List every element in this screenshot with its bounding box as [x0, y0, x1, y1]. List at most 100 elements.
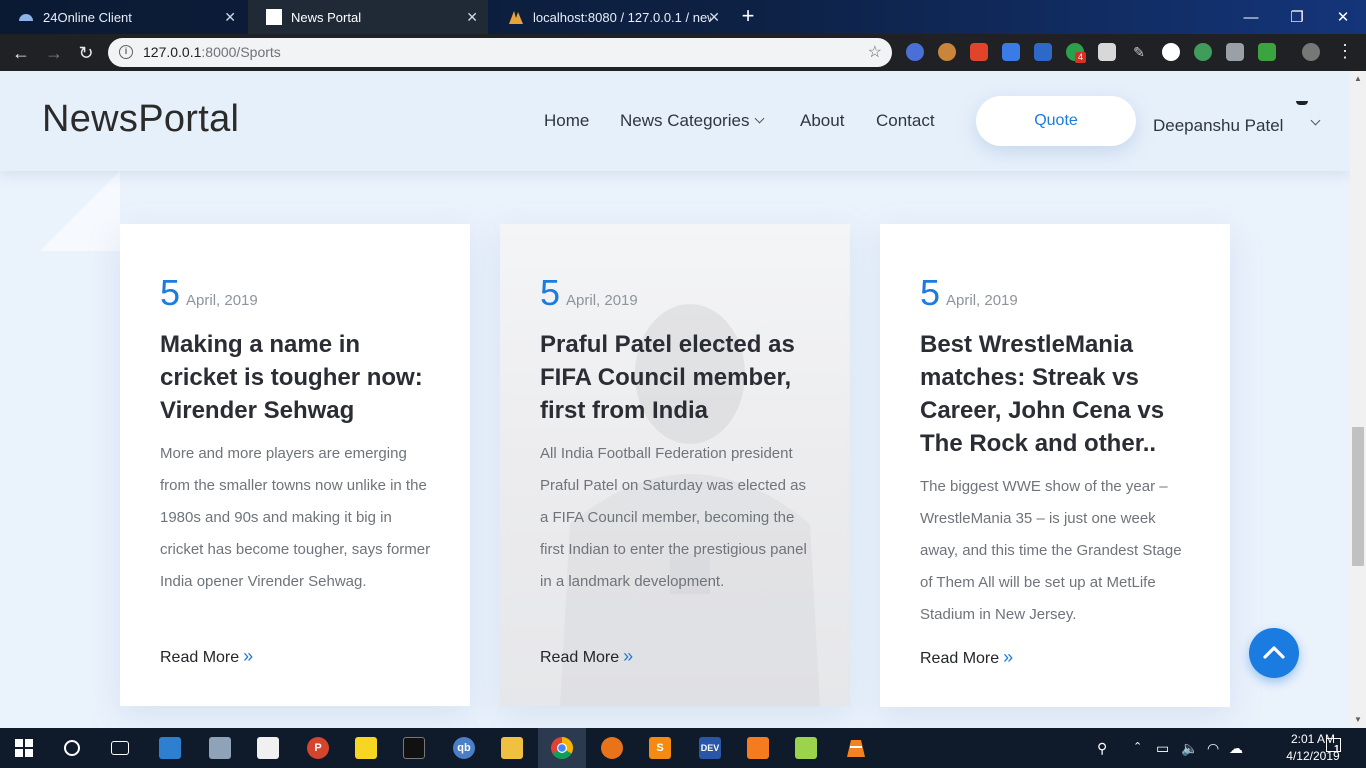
translate-icon[interactable]	[1002, 43, 1020, 61]
task-view-icon	[111, 741, 129, 755]
close-window-button[interactable]: ✕	[1320, 0, 1366, 34]
devcpp-button[interactable]: DEV	[686, 728, 734, 768]
cloud-icon[interactable]: ☁	[1229, 740, 1243, 757]
chrome-button[interactable]	[538, 728, 586, 768]
taskbar-app-2[interactable]	[196, 728, 244, 768]
taskbar-app-1[interactable]	[146, 728, 194, 768]
app-icon	[159, 737, 181, 759]
nav-contact[interactable]: Contact	[876, 111, 935, 131]
new-tab-button[interactable]: +	[736, 5, 760, 29]
article-title[interactable]: Making a name in cricket is tougher now:…	[160, 328, 435, 427]
quote-button[interactable]: Quote	[976, 96, 1136, 146]
site-header: NewsPortal Home News Categories About Co…	[0, 71, 1350, 171]
cors-icon[interactable]	[1258, 43, 1276, 61]
scroll-to-top-button[interactable]	[1249, 628, 1299, 678]
decorative-shape	[40, 171, 120, 251]
read-more-label: Read More	[540, 649, 620, 666]
sticky-notes-icon	[355, 737, 377, 759]
notepad-plus-icon	[795, 737, 817, 759]
nav-home[interactable]: Home	[544, 111, 589, 131]
xampp-button[interactable]	[734, 728, 782, 768]
drive-icon[interactable]	[1226, 43, 1244, 61]
qbittorrent-button[interactable]: qb	[440, 728, 488, 768]
notepad-plus-button[interactable]	[782, 728, 830, 768]
pen-icon[interactable]: ✎	[1130, 43, 1148, 61]
address-bar[interactable]: i 127.0.0.1:8000/Sports ☆	[108, 38, 892, 67]
bookmark-star-icon[interactable]: ☆	[868, 42, 882, 62]
minimize-button[interactable]: —	[1228, 0, 1274, 34]
ip-icon[interactable]	[1034, 43, 1052, 61]
close-icon[interactable]: ✕	[466, 9, 478, 26]
info-icon[interactable]: i	[119, 45, 133, 59]
menu-icon[interactable]: ⋮	[1336, 42, 1354, 60]
url-path: :8000/Sports	[201, 44, 281, 60]
article-title[interactable]: Best WrestleMania matches: Streak vs Car…	[920, 328, 1195, 460]
notifications-button[interactable]: 1	[1326, 738, 1341, 755]
task-view-button[interactable]	[96, 728, 144, 768]
article-day: 5	[920, 272, 941, 313]
windows-icon	[15, 739, 33, 757]
phpmyadmin-icon	[508, 9, 524, 25]
postman-button[interactable]: P	[294, 728, 342, 768]
site-logo[interactable]: NewsPortal	[42, 98, 239, 141]
tab-news-portal[interactable]: News Portal ✕	[248, 0, 488, 34]
article-month: April, 2019	[946, 292, 1018, 309]
article-excerpt: All India Football Federation president …	[540, 445, 807, 590]
article-title[interactable]: Praful Patel elected as FIFA Council mem…	[540, 328, 815, 427]
chevron-down-icon	[755, 113, 765, 124]
firefox-button[interactable]	[588, 728, 636, 768]
nav-about[interactable]: About	[800, 111, 844, 131]
search-button[interactable]	[48, 728, 96, 768]
article-excerpt: The biggest WWE show of the year – Wrest…	[920, 478, 1182, 623]
extension-icon-1[interactable]	[906, 43, 924, 61]
read-more-link[interactable]: Read More»	[160, 646, 253, 667]
double-chevron-right-icon: »	[623, 646, 634, 666]
tab-24online[interactable]: 24Online Client ✕	[0, 0, 246, 34]
app-icon	[209, 737, 231, 759]
sticky-notes-button[interactable]	[342, 728, 390, 768]
cookie-icon[interactable]	[938, 43, 956, 61]
battery-icon[interactable]: ▭	[1156, 740, 1169, 757]
globe-icon	[18, 9, 34, 25]
vlc-button[interactable]	[832, 728, 880, 768]
store-button[interactable]	[244, 728, 292, 768]
nav-news-categories[interactable]: News Categories	[620, 111, 765, 131]
user-menu[interactable]: Deepanshu Patel	[1153, 116, 1283, 136]
tab-phpmyadmin[interactable]: localhost:8080 / 127.0.0.1 / news ✕	[490, 0, 730, 34]
restore-button[interactable]: ❐	[1274, 0, 1320, 34]
scrollbar-thumb[interactable]	[1352, 427, 1364, 566]
back-button[interactable]: ←	[9, 41, 33, 65]
close-icon[interactable]: ✕	[224, 9, 236, 26]
chevron-down-icon[interactable]	[1310, 115, 1321, 126]
reload-button[interactable]: ↻	[74, 41, 98, 65]
profile-avatar[interactable]	[1302, 43, 1320, 61]
extension-icon-10[interactable]	[1194, 43, 1212, 61]
terminal-button[interactable]	[390, 728, 438, 768]
extension-icon-7[interactable]	[1098, 43, 1116, 61]
wifi-icon[interactable]: ◠	[1207, 740, 1219, 757]
smiley-icon[interactable]	[1162, 43, 1180, 61]
read-more-link[interactable]: Read More»	[540, 646, 633, 667]
start-button[interactable]	[0, 728, 48, 768]
tab-label: localhost:8080 / 127.0.0.1 / news	[533, 9, 711, 25]
browser-tab-strip: 24Online Client ✕ News Portal ✕ localhos…	[0, 0, 1366, 34]
page-scrollbar[interactable]	[1350, 71, 1366, 728]
chevron-up-icon[interactable]: ⌃	[1133, 740, 1142, 753]
people-icon[interactable]: ⚲	[1097, 740, 1107, 757]
scroll-down-arrow-icon[interactable]: ▼	[1350, 713, 1366, 727]
scroll-up-arrow-icon[interactable]: ▲	[1350, 72, 1366, 86]
read-more-label: Read More	[920, 650, 1000, 667]
extension-icon-6[interactable]: 4	[1066, 43, 1087, 63]
brave-shield-icon[interactable]	[970, 43, 988, 61]
article-month: April, 2019	[566, 292, 638, 309]
volume-icon[interactable]: 🔈	[1181, 740, 1198, 757]
close-icon[interactable]: ✕	[708, 9, 720, 26]
read-more-link[interactable]: Read More»	[920, 647, 1013, 668]
file-explorer-button[interactable]	[488, 728, 536, 768]
qbittorrent-icon: qb	[453, 737, 475, 759]
forward-button[interactable]: →	[42, 41, 66, 65]
terminal-icon	[403, 737, 425, 759]
sublime-button[interactable]: S	[636, 728, 684, 768]
article-card: 5 April, 2019 Making a name in cricket is…	[120, 224, 470, 706]
cortana-icon	[64, 740, 80, 756]
